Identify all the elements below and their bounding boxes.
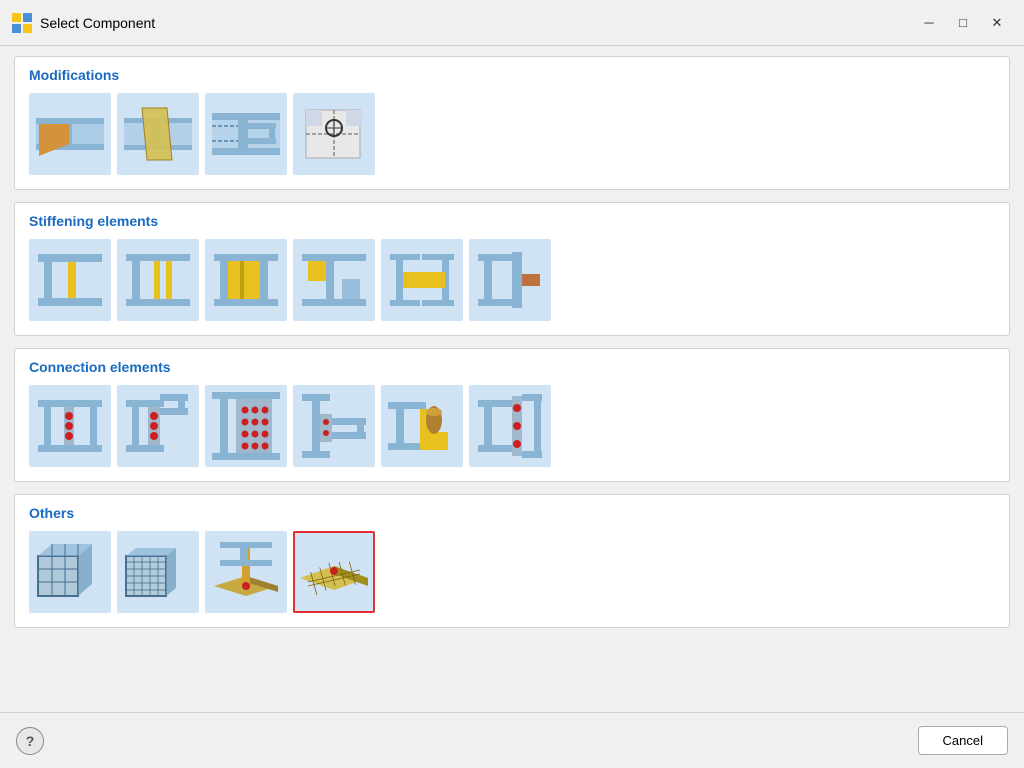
cancel-button[interactable]: Cancel [918,726,1008,755]
item-conn-1[interactable] [29,385,111,467]
window-controls: ─ □ ✕ [914,10,1012,36]
minimize-button[interactable]: ─ [914,10,944,36]
item-oth-2[interactable] [117,531,199,613]
connection-items [29,385,995,467]
connection-title: Connection elements [29,359,995,375]
connection-section: Connection elements [14,348,1010,482]
others-section: Others [14,494,1010,628]
item-stif-2[interactable] [117,239,199,321]
bottom-bar: ? Cancel [0,712,1024,768]
title-bar: Select Component ─ □ ✕ [0,0,1024,46]
item-mod-4[interactable] [293,93,375,175]
item-stif-5[interactable] [381,239,463,321]
item-stif-1[interactable] [29,239,111,321]
item-stif-6[interactable] [469,239,551,321]
window-title: Select Component [40,15,914,31]
modifications-items [29,93,995,175]
content-area: Modifications [0,46,1024,712]
help-button[interactable]: ? [16,727,44,755]
stiffening-title: Stiffening elements [29,213,995,229]
modifications-section: Modifications [14,56,1010,190]
item-oth-1[interactable] [29,531,111,613]
others-title: Others [29,505,995,521]
item-conn-5[interactable] [381,385,463,467]
item-mod-3[interactable] [205,93,287,175]
close-button[interactable]: ✕ [982,10,1012,36]
app-icon [12,13,32,33]
stiffening-section: Stiffening elements [14,202,1010,336]
item-oth-3[interactable] [205,531,287,613]
item-mod-1[interactable] [29,93,111,175]
select-component-window: Select Component ─ □ ✕ Modifications [0,0,1024,768]
others-items: Fasteners [29,531,995,613]
item-conn-4[interactable] [293,385,375,467]
item-conn-6[interactable] [469,385,551,467]
item-conn-2[interactable] [117,385,199,467]
modifications-title: Modifications [29,67,995,83]
item-stif-3[interactable] [205,239,287,321]
item-conn-3[interactable] [205,385,287,467]
item-mod-2[interactable] [117,93,199,175]
item-stif-4[interactable] [293,239,375,321]
stiffening-items [29,239,995,321]
item-oth-4[interactable]: Fasteners [293,531,375,613]
maximize-button[interactable]: □ [948,10,978,36]
